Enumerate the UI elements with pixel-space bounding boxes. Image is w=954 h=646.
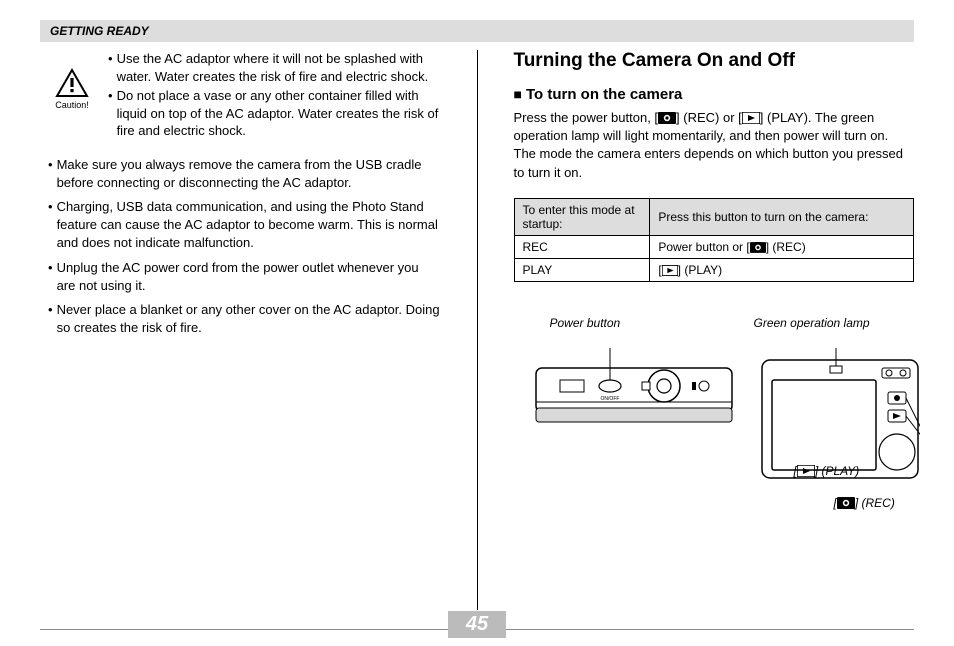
bullet-item: •Charging, USB data communication, and u… <box>48 198 441 253</box>
bullet-text: Unplug the AC power cord from the power … <box>57 259 441 295</box>
table-cell-button: [] (PLAY) <box>650 258 914 281</box>
table-row: REC Power button or [] (REC) <box>514 235 914 258</box>
camera-icon <box>837 497 855 509</box>
caution-bullet-text: Do not place a vase or any other contain… <box>117 87 441 140</box>
caution-label: Caution! <box>55 100 89 110</box>
caution-bullet-text: Use the AC adaptor where it will not be … <box>117 50 441 85</box>
table-cell-mode: REC <box>514 235 650 258</box>
camera-top-illustration: ON/OFF <box>534 346 734 428</box>
play-icon <box>797 465 815 477</box>
column-divider <box>477 50 478 610</box>
play-icon <box>662 265 678 276</box>
play-icon <box>742 112 760 124</box>
label-green-lamp: Green operation lamp <box>754 316 870 330</box>
camera-diagram: Power button Green operation lamp <box>514 306 915 526</box>
camera-icon <box>750 242 766 253</box>
label-power-button: Power button <box>550 316 621 330</box>
left-column: Caution! •Use the AC adaptor where it wi… <box>40 50 441 590</box>
section-title: Turning the Camera On and Off <box>514 50 915 72</box>
camera-icon <box>658 112 676 124</box>
bullet-item: •Unplug the AC power cord from the power… <box>48 259 441 295</box>
page-number: 45 <box>448 611 506 638</box>
table-row: PLAY [] (PLAY) <box>514 258 914 281</box>
table-cell-button: Power button or [] (REC) <box>650 235 914 258</box>
caution-icon: Caution! <box>48 68 96 110</box>
bullet-item: •Make sure you always remove the camera … <box>48 156 441 192</box>
on-off-label: ON/OFF <box>600 396 619 402</box>
caution-bullet: •Do not place a vase or any other contai… <box>108 87 441 140</box>
table-header-right: Press this button to turn on the camera: <box>650 198 914 235</box>
page-footer: 45 <box>40 603 914 630</box>
section-header: GETTING READY <box>40 20 914 42</box>
caution-bullet: •Use the AC adaptor where it will not be… <box>108 50 441 85</box>
bullet-text: Never place a blanket or any other cover… <box>57 301 441 337</box>
subsection-title: ■To turn on the camera <box>514 86 915 103</box>
table-header-left: To enter this mode at startup: <box>514 198 650 235</box>
label-rec: [] (REC) <box>834 496 895 510</box>
table-cell-mode: PLAY <box>514 258 650 281</box>
intro-paragraph: Press the power button, [] (REC) or [] (… <box>514 109 915 182</box>
mode-table: To enter this mode at startup: Press thi… <box>514 198 915 282</box>
bullet-item: •Never place a blanket or any other cove… <box>48 301 441 337</box>
bullet-text: Make sure you always remove the camera f… <box>57 156 441 192</box>
right-column: Turning the Camera On and Off ■To turn o… <box>514 50 915 590</box>
bullet-text: Charging, USB data communication, and us… <box>57 198 441 253</box>
label-play: [] (PLAY) <box>794 464 860 478</box>
